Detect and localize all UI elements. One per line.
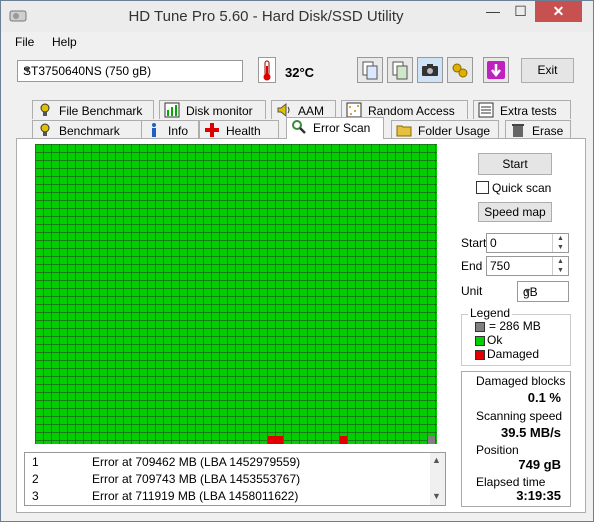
- scroll-up-icon[interactable]: ▲: [432, 455, 441, 465]
- position-value: 749 gB: [518, 457, 561, 472]
- damaged-block: [340, 436, 347, 444]
- position-label: Position: [476, 443, 519, 457]
- pending-block: [428, 436, 435, 444]
- minimize-button[interactable]: —: [479, 1, 507, 22]
- menu-file[interactable]: File: [15, 35, 34, 49]
- scan-block-grid: [35, 144, 437, 444]
- save-icon[interactable]: [483, 57, 509, 83]
- tab-folder-usage[interactable]: Folder Usage: [391, 120, 499, 139]
- start-scan-button[interactable]: Start: [478, 153, 552, 175]
- window-title: HD Tune Pro 5.60 - Hard Disk/SSD Utility: [128, 8, 404, 25]
- error-row[interactable]: 2 Error at 709743 MB (LBA 1453553767): [25, 470, 430, 488]
- speed-map-button[interactable]: Speed map: [478, 202, 552, 222]
- tab-health[interactable]: Health: [199, 120, 279, 139]
- chevron-down-icon: ▼: [523, 286, 532, 296]
- start-label: Start: [461, 236, 487, 250]
- trash-icon: [512, 124, 524, 137]
- info-icon: [152, 123, 156, 137]
- end-input-value: 750: [490, 259, 511, 273]
- tab-erase[interactable]: Erase: [505, 120, 571, 139]
- elapsed-time-label: Elapsed time: [476, 475, 546, 489]
- speaker-icon: [277, 102, 290, 118]
- end-label: End: [461, 259, 483, 273]
- legend-title: Legend: [468, 306, 513, 320]
- start-input[interactable]: 0 ▲ ▼: [486, 233, 569, 253]
- error-row[interactable]: 1 Error at 709462 MB (LBA 1452979559): [25, 453, 430, 471]
- title-bar: HD Tune Pro 5.60 - Hard Disk/SSD Utility…: [1, 1, 593, 32]
- copy-icon[interactable]: [357, 57, 383, 83]
- disk-monitor-icon: [164, 102, 180, 118]
- options-icon[interactable]: [447, 57, 473, 83]
- tab-error-scan[interactable]: Error Scan: [286, 117, 384, 139]
- tab-extra-tests[interactable]: Extra tests: [473, 100, 571, 119]
- legend-damaged-swatch: [475, 350, 485, 360]
- damaged-blocks-label: Damaged blocks: [476, 374, 566, 388]
- menu-help[interactable]: Help: [52, 35, 77, 49]
- toolbar: ST3750640NS (750 gB) ▼ 32°C Exit: [1, 53, 593, 93]
- quick-scan-checkbox[interactable]: [476, 181, 489, 194]
- thermometer-icon: [258, 57, 276, 83]
- tab-info[interactable]: Info: [141, 120, 199, 139]
- benchmark-icon: [40, 123, 50, 136]
- legend-damaged-label: Damaged: [487, 347, 540, 361]
- file-benchmark-icon: [40, 103, 50, 116]
- error-list-scrollbar[interactable]: ▲ ▼: [430, 453, 445, 505]
- start-spinner-icon[interactable]: ▲ ▼: [552, 234, 568, 252]
- scan-block-map: [35, 144, 437, 444]
- scanning-speed-value: 39.5 MB/s: [501, 425, 561, 440]
- chevron-down-icon: ▼: [23, 65, 32, 75]
- error-list[interactable]: 1 Error at 709462 MB (LBA 1452979559) 2 …: [24, 452, 446, 506]
- folder-icon: [396, 125, 412, 137]
- legend-block-size: = 286 MB: [489, 319, 541, 333]
- tab-file-benchmark[interactable]: File Benchmark: [32, 100, 154, 119]
- magnifier-icon: [292, 120, 306, 134]
- close-button[interactable]: ✕: [535, 1, 582, 22]
- camera-icon[interactable]: [417, 57, 443, 83]
- quick-scan-label: Quick scan: [492, 181, 552, 195]
- legend-ok-swatch: [475, 336, 485, 346]
- damaged-block: [268, 436, 283, 444]
- menu-bar: File Help: [1, 32, 593, 52]
- unit-label: Unit: [461, 284, 483, 298]
- unit-select[interactable]: gB ▼: [517, 281, 569, 302]
- tab-benchmark[interactable]: Benchmark: [32, 120, 142, 139]
- damaged-blocks-value: 0.1 %: [527, 390, 561, 405]
- random-access-icon: [346, 102, 362, 118]
- exit-button[interactable]: Exit: [521, 58, 574, 83]
- extra-tests-icon: [478, 102, 494, 118]
- legend-ok-label: Ok: [487, 333, 503, 347]
- health-icon: [205, 123, 219, 137]
- error-row[interactable]: 3 Error at 711919 MB (LBA 1458011622): [25, 487, 430, 505]
- end-spinner-icon[interactable]: ▲ ▼: [552, 257, 568, 275]
- tab-disk-monitor[interactable]: Disk monitor: [159, 100, 266, 119]
- scroll-down-icon[interactable]: ▼: [432, 491, 441, 501]
- start-input-value: 0: [490, 236, 497, 250]
- app-window: HD Tune Pro 5.60 - Hard Disk/SSD Utility…: [0, 0, 594, 522]
- maximize-button[interactable]: ☐: [507, 1, 534, 22]
- copy-text-icon[interactable]: [387, 57, 413, 83]
- legend-block-swatch: [475, 322, 485, 332]
- drive-select[interactable]: ST3750640NS (750 gB) ▼: [17, 60, 243, 82]
- end-input[interactable]: 750 ▲ ▼: [486, 256, 569, 276]
- temperature-value: 32°C: [285, 65, 315, 80]
- scanning-speed-label: Scanning speed: [476, 409, 563, 423]
- elapsed-time-value: 3:19:35: [516, 488, 561, 503]
